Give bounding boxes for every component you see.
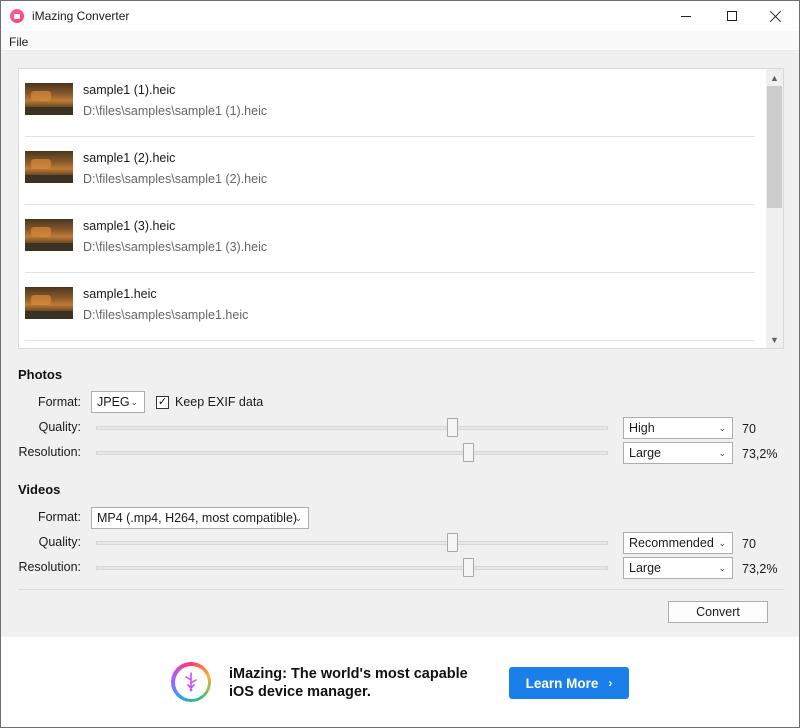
window-title: iMazing Converter xyxy=(32,9,130,23)
videos-section-title: Videos xyxy=(18,482,61,497)
chevron-right-icon: › xyxy=(608,676,613,690)
scroll-down-arrow-icon[interactable]: ▼ xyxy=(766,331,783,348)
videos-resolution-preset-select[interactable]: Large ⌄ xyxy=(623,557,733,579)
file-row[interactable]: sample1 (1).heic D:\files\samples\sample… xyxy=(19,69,761,137)
photos-quality-slider-track[interactable] xyxy=(96,426,608,430)
close-icon xyxy=(770,10,782,22)
scroll-up-arrow-icon[interactable]: ▲ xyxy=(766,69,783,86)
file-row[interactable]: sample1 (2).heic D:\files\samples\sample… xyxy=(19,137,761,205)
chevron-down-icon: ⌄ xyxy=(718,538,726,548)
close-button[interactable] xyxy=(753,1,799,31)
videos-format-value: MP4 (.mp4, H264, most compatible) xyxy=(97,511,298,525)
minimize-button[interactable] xyxy=(663,1,709,31)
photos-quality-label: Quality: xyxy=(38,420,81,434)
videos-resolution-preset-value: Large xyxy=(629,561,661,575)
photos-format-select[interactable]: JPEG ⌄ xyxy=(91,391,145,413)
videos-quality-preset-select[interactable]: Recommended ⌄ xyxy=(623,532,733,554)
chevron-down-icon: ⌄ xyxy=(718,423,726,433)
photos-resolution-slider-track[interactable] xyxy=(96,451,608,455)
keep-exif-label: Keep EXIF data xyxy=(175,395,264,409)
chevron-down-icon: ⌄ xyxy=(130,397,138,407)
file-name: sample1 (3).heic xyxy=(83,219,176,233)
videos-quality-label: Quality: xyxy=(38,535,81,549)
photos-resolution-value: 73,2% xyxy=(742,447,778,461)
photos-format-label: Format: xyxy=(37,395,81,409)
videos-format-select[interactable]: MP4 (.mp4, H264, most compatible) ⌄ xyxy=(91,507,309,529)
usb-icon xyxy=(185,672,197,692)
chevron-down-icon: ⌄ xyxy=(718,563,726,573)
file-thumbnail xyxy=(25,151,73,183)
file-path: D:\files\samples\sample1 (2).heic xyxy=(83,172,268,186)
menu-bar: File xyxy=(1,31,799,51)
app-icon xyxy=(10,9,24,23)
file-thumbnail xyxy=(25,287,73,319)
videos-resolution-slider-thumb[interactable] xyxy=(462,558,474,577)
videos-resolution-slider-track[interactable] xyxy=(96,566,608,570)
file-name: sample1 (1).heic xyxy=(83,83,176,97)
ad-banner[interactable]: iMazing: The world's most capable iOS de… xyxy=(1,637,799,727)
videos-resolution-value: 73,2% xyxy=(742,562,778,576)
section-divider xyxy=(18,589,784,590)
learn-more-button[interactable]: Learn More › xyxy=(509,667,629,699)
maximize-icon xyxy=(727,11,737,21)
photos-quality-preset-select[interactable]: High ⌄ xyxy=(623,417,733,439)
convert-button[interactable]: Convert xyxy=(668,601,768,623)
photos-quality-preset-value: High xyxy=(629,421,655,435)
file-path: D:\files\samples\sample1 (3).heic xyxy=(83,240,268,254)
file-name: sample1.heic xyxy=(83,287,157,301)
videos-resolution-label: Resolution: xyxy=(18,560,81,574)
videos-format-label: Format: xyxy=(37,510,81,524)
chevron-down-icon: ⌄ xyxy=(718,448,726,458)
ad-headline: iMazing: The world's most capable iOS de… xyxy=(229,666,468,700)
file-thumbnail xyxy=(25,219,73,251)
imazing-logo-icon xyxy=(171,662,211,702)
videos-quality-slider-track[interactable] xyxy=(96,541,608,545)
file-path: D:\files\samples\sample1 (1).heic xyxy=(83,104,268,118)
photos-format-value: JPEG xyxy=(97,395,130,409)
keep-exif-checkbox[interactable]: ✓ xyxy=(156,396,169,409)
app-window: iMazing Converter File sample1 (1).heic … xyxy=(0,0,800,728)
file-row[interactable]: sample1 (3).heic D:\files\samples\sample… xyxy=(19,205,761,273)
file-list-scrollbar[interactable]: ▲ ▼ xyxy=(766,69,783,348)
photos-quality-slider-thumb[interactable] xyxy=(446,418,458,437)
file-row[interactable]: sample1.heic D:\files\samples\sample1.he… xyxy=(19,273,761,341)
learn-more-label: Learn More xyxy=(525,675,599,691)
photos-section-title: Photos xyxy=(18,367,63,382)
scroll-thumb[interactable] xyxy=(767,86,782,208)
minimize-icon xyxy=(681,15,691,17)
file-path: D:\files\samples\sample1.heic xyxy=(83,308,249,322)
chevron-down-icon: ⌄ xyxy=(294,513,302,523)
photos-resolution-preset-value: Large xyxy=(629,446,661,460)
title-bar[interactable]: iMazing Converter xyxy=(1,1,799,31)
photos-resolution-label: Resolution: xyxy=(18,445,81,459)
maximize-button[interactable] xyxy=(709,1,755,31)
file-list[interactable]: sample1 (1).heic D:\files\samples\sample… xyxy=(18,68,784,349)
photos-quality-value: 70 xyxy=(742,422,756,436)
file-thumbnail xyxy=(25,83,73,115)
row-divider xyxy=(25,340,755,341)
photos-resolution-preset-select[interactable]: Large ⌄ xyxy=(623,442,733,464)
photos-resolution-slider-thumb[interactable] xyxy=(462,443,474,462)
videos-quality-slider-thumb[interactable] xyxy=(446,533,458,552)
videos-quality-preset-value: Recommended xyxy=(629,536,714,550)
videos-quality-value: 70 xyxy=(742,537,756,551)
menu-file[interactable]: File xyxy=(9,35,28,49)
file-name: sample1 (2).heic xyxy=(83,151,176,165)
